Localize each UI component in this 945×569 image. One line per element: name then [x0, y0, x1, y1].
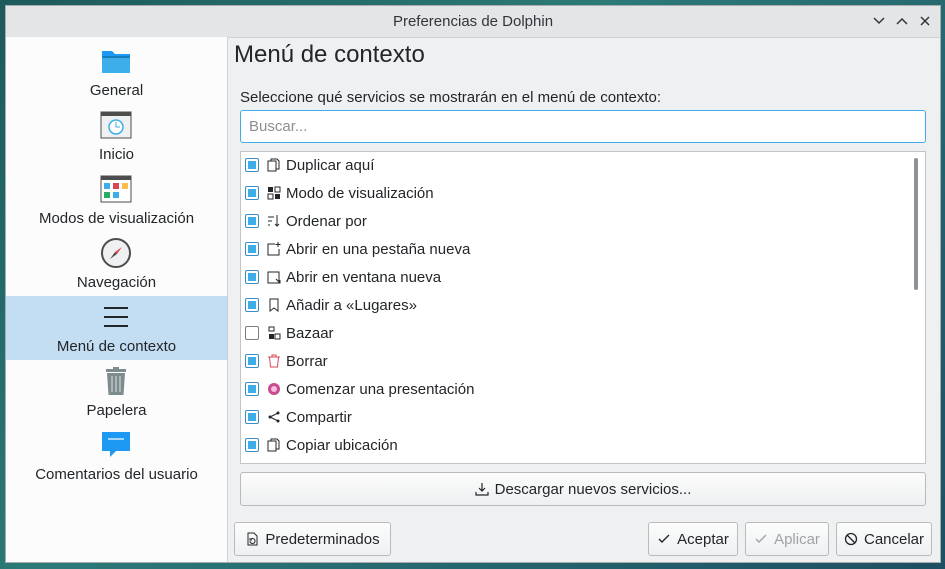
sidebar-item-navegacion[interactable]: Navegación: [6, 232, 227, 296]
list-item[interactable]: Compartir: [241, 404, 907, 432]
trash-icon: [100, 365, 132, 397]
startup-window-icon: [100, 109, 132, 141]
maximize-button[interactable]: [893, 12, 911, 30]
new-tab-icon: [267, 242, 281, 256]
sidebar-item-inicio[interactable]: Inicio: [6, 104, 227, 168]
service-checkbox[interactable]: [245, 270, 259, 284]
list-item[interactable]: Abrir en ventana nueva: [241, 264, 907, 292]
bazaar-icon: [267, 326, 281, 340]
service-checkbox[interactable]: [245, 158, 259, 172]
defaults-button[interactable]: Predeterminados: [234, 522, 391, 556]
download-services-label: Descargar nuevos servicios...: [494, 480, 692, 498]
sidebar-item-label: Modos de visualización: [38, 210, 195, 227]
share-icon: [267, 410, 281, 424]
copy-location-icon: [267, 438, 281, 452]
list-item[interactable]: Comenzar una presentación: [241, 376, 907, 404]
sidebar-item-papelera[interactable]: Papelera: [6, 360, 227, 424]
service-checkbox[interactable]: [245, 438, 259, 452]
service-checkbox[interactable]: [245, 326, 259, 340]
services-list[interactable]: Duplicar aquí Modo de visualización Orde…: [240, 151, 926, 464]
apply-button[interactable]: Aplicar: [745, 522, 829, 556]
list-item[interactable]: Abrir en una pestaña nueva: [241, 236, 907, 264]
close-button[interactable]: [916, 12, 934, 30]
download-services-button[interactable]: Descargar nuevos servicios...: [240, 472, 926, 506]
list-item[interactable]: Añadir a «Lugares»: [241, 292, 907, 320]
close-icon: [920, 16, 930, 26]
sidebar-item-label: Navegación: [76, 274, 157, 291]
sidebar-item-menu-contexto[interactable]: Menú de contexto: [6, 296, 227, 360]
scrollbar-thumb[interactable]: [914, 158, 918, 290]
sidebar-item-label: Inicio: [98, 146, 135, 163]
sidebar-item-label: Papelera: [86, 402, 147, 419]
sort-icon: [267, 214, 281, 228]
defaults-label: Predeterminados: [265, 530, 380, 548]
search-input[interactable]: [240, 110, 926, 143]
service-label: Añadir a «Lugares»: [286, 297, 417, 314]
list-item[interactable]: Copiar ubicación: [241, 432, 907, 460]
sidebar-item-label: General: [89, 82, 144, 99]
service-label: Borrar: [286, 353, 328, 370]
service-label: Modo de visualización: [286, 185, 434, 202]
sidebar-item-modos-visualizacion[interactable]: Modos de visualización: [6, 168, 227, 232]
service-checkbox[interactable]: [245, 354, 259, 368]
service-label: Abrir en ventana nueva: [286, 269, 442, 286]
hamburger-menu-icon: [100, 301, 132, 333]
compass-icon: [100, 237, 132, 269]
service-checkbox[interactable]: [245, 410, 259, 424]
view-grid-icon: [267, 186, 281, 200]
service-checkbox[interactable]: [245, 214, 259, 228]
cancel-label: Cancelar: [863, 530, 925, 548]
page-description: Seleccione qué servicios se mostrarán en…: [240, 89, 662, 106]
ok-label: Aceptar: [677, 530, 729, 548]
list-item[interactable]: Modo de visualización: [241, 180, 907, 208]
view-modes-icon: [100, 173, 132, 205]
list-scrollbar[interactable]: [907, 152, 925, 463]
chevron-down-icon: [873, 17, 885, 25]
ok-button[interactable]: Aceptar: [648, 522, 738, 556]
service-checkbox[interactable]: [245, 298, 259, 312]
folder-icon: [100, 45, 132, 77]
minimize-button[interactable]: [870, 12, 888, 30]
apply-label: Aplicar: [774, 530, 820, 548]
chevron-up-icon: [896, 17, 908, 25]
dolphin-preferences-window: Preferencias de Dolphin General Inicio M…: [5, 5, 941, 563]
service-label: Abrir en una pestaña nueva: [286, 241, 471, 258]
list-item[interactable]: Ordenar por: [241, 208, 907, 236]
service-checkbox[interactable]: [245, 242, 259, 256]
service-label: Ordenar por: [286, 213, 367, 230]
checkmark-icon: [658, 534, 670, 543]
list-item[interactable]: Duplicar aquí: [241, 152, 907, 180]
document-revert-icon: [247, 532, 258, 546]
title-bar: Preferencias de Dolphin: [6, 6, 940, 38]
sidebar: General Inicio Modos de visualización Na…: [6, 37, 228, 562]
delete-icon: [267, 354, 281, 368]
new-window-icon: [267, 270, 281, 284]
service-label: Compartir: [286, 409, 352, 426]
service-label: Copiar ubicación: [286, 437, 398, 454]
service-checkbox[interactable]: [245, 382, 259, 396]
sidebar-item-label: Comentarios del usuario: [35, 466, 198, 483]
context-menu-page: Menú de contexto Seleccione qué servicio…: [233, 37, 940, 562]
service-label: Duplicar aquí: [286, 157, 375, 174]
cancel-button[interactable]: Cancelar: [836, 522, 932, 556]
duplicate-icon: [267, 158, 281, 172]
sidebar-item-general[interactable]: General: [6, 40, 227, 104]
download-icon: [475, 483, 489, 496]
checkmark-icon: [755, 534, 767, 543]
service-checkbox[interactable]: [245, 186, 259, 200]
page-title: Menú de contexto: [234, 41, 425, 68]
service-label: Comenzar una presentación: [286, 381, 475, 398]
sidebar-item-comentarios[interactable]: Comentarios del usuario: [6, 424, 227, 488]
window-title: Preferencias de Dolphin: [392, 13, 554, 30]
list-item[interactable]: Bazaar: [241, 320, 907, 348]
presentation-icon: [267, 382, 281, 396]
speech-bubble-icon: [100, 429, 132, 461]
service-label: Bazaar: [286, 325, 334, 342]
sidebar-item-label: Menú de contexto: [56, 338, 177, 355]
cancel-icon: [844, 532, 858, 546]
bookmark-icon: [267, 298, 281, 312]
list-item[interactable]: Borrar: [241, 348, 907, 376]
